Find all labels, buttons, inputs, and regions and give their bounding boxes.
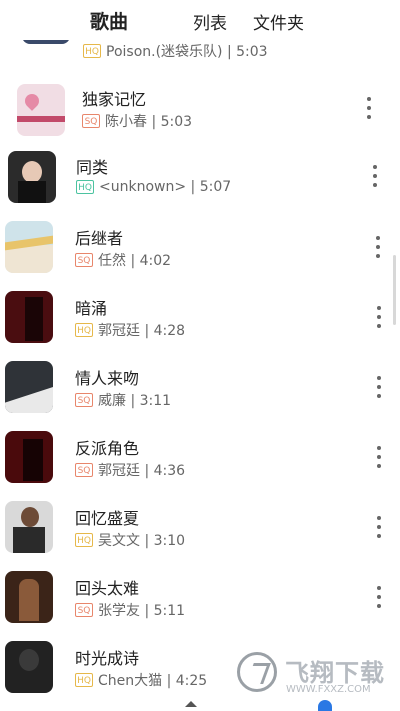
song-meta: SQ 张学友 | 5:11 xyxy=(75,600,185,620)
song-meta-text: Chen大猫 | 4:25 xyxy=(98,673,208,689)
more-vertical-icon[interactable] xyxy=(376,516,382,538)
song-title: 后继者 xyxy=(75,229,124,248)
album-cover xyxy=(5,291,53,343)
cover-figure xyxy=(19,579,39,621)
quality-badge: SQ xyxy=(75,393,93,407)
song-meta-text: 陈小春 | 5:03 xyxy=(105,114,193,130)
album-cover xyxy=(17,84,65,136)
song-title: 时光成诗 xyxy=(75,649,140,668)
song-meta-text: 张学友 | 5:11 xyxy=(98,603,186,619)
watermark-url: WWW.FXXZ.COM xyxy=(286,684,371,695)
cover-head xyxy=(19,649,39,671)
song-meta-text: 吴文文 | 3:10 xyxy=(98,533,186,549)
song-list: HQ Poison.(迷袋乐队) | 5:03 独家记忆 SQ 陈小春 | 5:… xyxy=(0,0,400,711)
song-row[interactable]: 回头太难 SQ 张学友 | 5:11 xyxy=(0,571,400,641)
song-meta-text: 郭冠廷 | 4:36 xyxy=(98,463,186,479)
song-meta-text: 威廉 | 3:11 xyxy=(98,393,172,409)
more-vertical-icon[interactable] xyxy=(376,376,382,398)
scrollbar[interactable] xyxy=(393,255,396,325)
song-meta: HQ Chen大猫 | 4:25 xyxy=(75,670,207,690)
quality-badge: HQ xyxy=(75,673,93,687)
album-cover xyxy=(5,571,53,623)
bottom-nav xyxy=(0,700,400,711)
album-cover xyxy=(5,361,53,413)
song-meta: HQ Poison.(迷袋乐队) | 5:03 xyxy=(83,41,268,61)
song-title: 暗涌 xyxy=(75,299,108,318)
watermark: 飞翔下载 WWW.FXXZ.COM xyxy=(233,650,393,700)
cover-body xyxy=(18,181,46,203)
song-row[interactable]: 反派角色 SQ 郭冠廷 | 4:36 xyxy=(0,431,400,501)
song-title: 回头太难 xyxy=(75,579,140,598)
song-title: 回忆盛夏 xyxy=(75,509,140,528)
song-meta: SQ 郭冠廷 | 4:36 xyxy=(75,460,185,480)
more-vertical-icon[interactable] xyxy=(366,97,372,119)
more-vertical-icon[interactable] xyxy=(375,236,381,258)
cover-head xyxy=(21,507,39,527)
song-title: 反派角色 xyxy=(75,439,140,458)
album-cover xyxy=(8,151,56,203)
song-meta: SQ 威廉 | 3:11 xyxy=(75,390,171,410)
quality-badge: HQ xyxy=(75,323,93,337)
album-cover xyxy=(5,641,53,693)
song-meta-text: 郭冠廷 | 4:28 xyxy=(98,323,186,339)
tab-songs[interactable]: 歌曲 xyxy=(90,7,128,34)
quality-badge: HQ xyxy=(83,44,101,58)
song-row[interactable]: 后继者 SQ 任然 | 4:02 xyxy=(0,221,400,291)
cover-stripe xyxy=(17,116,65,122)
song-meta: HQ <unknown> | 5:07 xyxy=(76,179,231,195)
tab-lists[interactable]: 列表 xyxy=(193,9,227,34)
profile-icon[interactable] xyxy=(318,700,332,711)
song-meta-text: 任然 | 4:02 xyxy=(98,253,172,269)
heart-icon xyxy=(22,91,42,111)
album-cover xyxy=(5,431,53,483)
brand-logo-icon xyxy=(237,652,277,692)
album-cover xyxy=(5,221,53,273)
song-row[interactable]: 情人来吻 SQ 威廉 | 3:11 xyxy=(0,361,400,431)
tab-folders[interactable]: 文件夹 xyxy=(253,9,304,34)
quality-badge: HQ xyxy=(76,180,94,194)
quality-badge: SQ xyxy=(75,603,93,617)
more-vertical-icon[interactable] xyxy=(372,165,378,187)
song-row[interactable]: 回忆盛夏 HQ 吴文文 | 3:10 xyxy=(0,501,400,571)
cover-shape xyxy=(5,387,53,413)
cover-body xyxy=(13,527,45,553)
quality-badge: SQ xyxy=(75,463,93,477)
more-vertical-icon[interactable] xyxy=(376,306,382,328)
song-row[interactable]: 同类 HQ <unknown> | 5:07 xyxy=(0,150,400,220)
song-meta: HQ 吴文文 | 3:10 xyxy=(75,530,185,550)
top-tab-bar: 歌曲 列表 文件夹 xyxy=(0,0,400,40)
song-title: 独家记忆 xyxy=(82,90,147,109)
watermark-brand: 飞翔下载 xyxy=(285,659,385,687)
song-row[interactable]: 独家记忆 SQ 陈小春 | 5:03 xyxy=(0,82,400,152)
song-title: 情人来吻 xyxy=(75,369,140,388)
quality-badge: SQ xyxy=(82,114,100,128)
quality-badge: SQ xyxy=(75,253,93,267)
cover-figure xyxy=(23,439,43,481)
song-meta: HQ 郭冠廷 | 4:28 xyxy=(75,320,185,340)
song-meta-text: <unknown> | 5:07 xyxy=(99,179,232,195)
song-row[interactable]: 暗涌 HQ 郭冠廷 | 4:28 xyxy=(0,291,400,361)
song-meta-text: Poison.(迷袋乐队) | 5:03 xyxy=(106,44,268,60)
quality-badge: HQ xyxy=(75,533,93,547)
cover-figure xyxy=(25,297,43,341)
more-vertical-icon[interactable] xyxy=(376,446,382,468)
song-title: 同类 xyxy=(76,158,109,177)
song-meta: SQ 陈小春 | 5:03 xyxy=(82,111,192,131)
home-icon[interactable] xyxy=(185,701,197,707)
more-vertical-icon[interactable] xyxy=(376,586,382,608)
album-cover xyxy=(5,501,53,553)
cover-face xyxy=(22,161,42,183)
song-meta: SQ 任然 | 4:02 xyxy=(75,250,171,270)
